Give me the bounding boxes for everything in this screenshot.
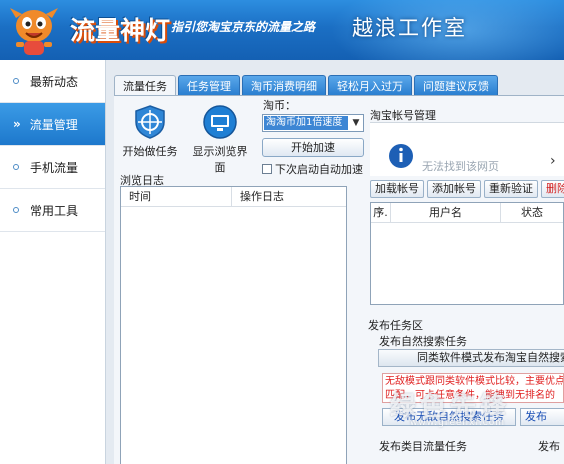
bullet-icon (13, 78, 19, 84)
info-icon (389, 144, 413, 168)
taobi-selected-value: 淘淘币加1倍速度 (264, 116, 348, 130)
account-toolbar: 加载帐号 添加帐号 重新验证 删除帐 (370, 180, 564, 198)
publish-button-secondary[interactable]: 发布 (520, 408, 564, 426)
taobi-select[interactable]: 淘淘币加1倍速度 ▼ (262, 114, 364, 132)
publish-area-title: 发布任务区 (368, 319, 423, 332)
category-traffic-title: 发布类目流量任务 (379, 440, 467, 453)
sidebar-item-label: 流量管理 (29, 117, 78, 132)
start-task-button[interactable]: 开始做任务 (118, 104, 182, 159)
tab-task-management[interactable]: 任务管理 (178, 75, 240, 95)
monitor-icon (203, 105, 237, 139)
tab-traffic-task[interactable]: 流量任务 (114, 75, 176, 95)
tab-content-traffic-task: 开始做任务 显示浏览界面 淘币： 淘淘币加1倍速度 ▼ 开始加速 下次启动自动加… (114, 95, 564, 464)
sidebar: 最新动态 » 流量管理 手机流量 常用工具 (0, 60, 106, 464)
page-error-text: 无法找到该网页 (422, 160, 499, 173)
sidebar-item-traffic-management[interactable]: » 流量管理 (0, 103, 105, 146)
chevron-right-icon[interactable]: › (550, 153, 556, 169)
log-column-operation[interactable]: 操作日志 (232, 187, 284, 206)
start-task-label: 开始做任务 (122, 145, 178, 158)
bullet-icon (13, 207, 19, 213)
sidebar-item-news[interactable]: 最新动态 (0, 60, 105, 103)
start-accelerate-button[interactable]: 开始加速 (262, 138, 364, 157)
mascot-logo-icon (10, 8, 58, 55)
sidebar-item-label: 常用工具 (30, 203, 79, 218)
sidebar-item-tools[interactable]: 常用工具 (0, 189, 105, 232)
app-title: 流量神灯 (70, 16, 171, 45)
auto-accelerate-checkbox[interactable]: 下次启动自动加速 (262, 161, 363, 177)
shield-target-icon (135, 105, 165, 139)
account-column-username[interactable]: 用户名 (391, 203, 501, 222)
add-account-button[interactable]: 添加帐号 (427, 180, 481, 198)
chevron-down-icon: ▼ (352, 118, 360, 128)
same-software-publish-button[interactable]: 同类软件模式发布淘宝自然搜索任 (378, 349, 564, 367)
taobi-label: 淘币： (263, 99, 296, 112)
embedded-webpage: 无法找到该网页 › (370, 122, 564, 176)
tab-feedback[interactable]: 问题建议反馈 (414, 75, 498, 95)
sidebar-item-label: 最新动态 (30, 74, 79, 89)
watermark-url: www.greenxf.com (410, 418, 506, 428)
natural-search-title: 发布自然搜索任务 (379, 335, 467, 348)
checkbox-box[interactable] (262, 164, 272, 174)
tab-bar: 流量任务 任务管理 淘币消费明细 轻松月入过万 问题建议反馈 (114, 75, 500, 95)
app-slogan: 指引您淘宝京东的流量之路 (171, 20, 316, 34)
log-column-time[interactable]: 时间 (121, 187, 232, 206)
bullet-icon (13, 164, 19, 170)
tab-coin-consumption[interactable]: 淘币消费明细 (242, 75, 326, 95)
sidebar-item-mobile-traffic[interactable]: 手机流量 (0, 146, 105, 189)
double-chevron-right-icon: » (13, 117, 21, 131)
taobao-account-title: 淘宝帐号管理 (370, 109, 436, 122)
delete-account-button[interactable]: 删除帐 (541, 180, 564, 198)
show-browser-button[interactable]: 显示浏览界面 (188, 104, 252, 175)
main-panel: 流量任务 任务管理 淘币消费明细 轻松月入过万 问题建议反馈 开始做任务 显示浏 (106, 60, 564, 464)
reverify-button[interactable]: 重新验证 (484, 180, 538, 198)
account-column-status[interactable]: 状态 (501, 203, 563, 222)
auto-accelerate-label: 下次启动自动加速 (275, 163, 363, 176)
sidebar-item-label: 手机流量 (30, 160, 79, 175)
tab-easy-income[interactable]: 轻松月入过万 (328, 75, 412, 95)
load-account-button[interactable]: 加载帐号 (370, 180, 424, 198)
show-browser-label: 显示浏览界面 (192, 145, 248, 174)
log-table-header: 时间 操作日志 (121, 187, 346, 207)
browse-log-table[interactable]: 时间 操作日志 (120, 186, 347, 464)
account-table-header: 序. 用户名 状态 (371, 203, 563, 223)
app-header: 流量神灯 指引您淘宝京东的流量之路 越浪工作室 (0, 0, 564, 60)
publish-label-truncated: 发布 (538, 440, 560, 453)
account-table[interactable]: 序. 用户名 状态 (370, 202, 564, 305)
studio-name: 越浪工作室 (352, 16, 467, 40)
account-column-index[interactable]: 序. (371, 203, 391, 222)
